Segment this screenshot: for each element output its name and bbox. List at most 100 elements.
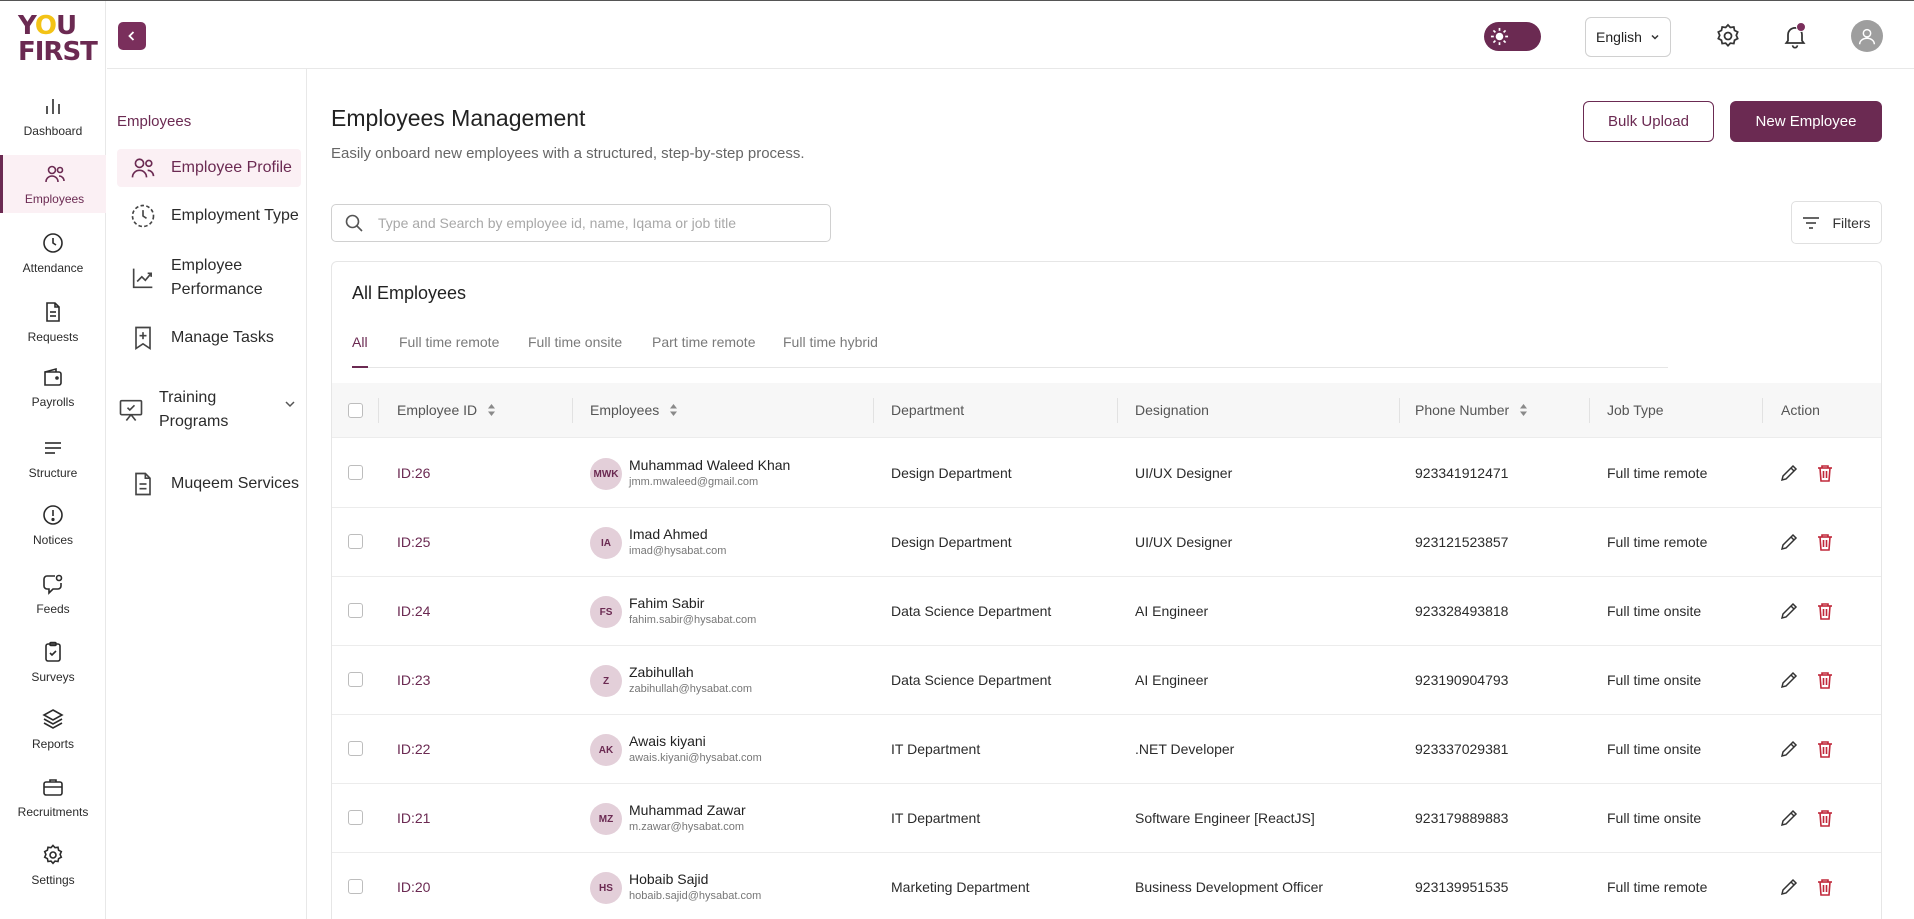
table-header: Employee ID Employees Department Designa… <box>332 383 1881 438</box>
edit-icon[interactable] <box>1778 600 1800 622</box>
employee-designation: Software Engineer [ReactJS] <box>1135 810 1315 826</box>
edit-icon[interactable] <box>1778 876 1800 898</box>
rail-item-dashboard[interactable]: Dashboard <box>0 94 106 154</box>
subnav-item-muqeem-services[interactable]: Muqeem Services <box>117 465 301 503</box>
wallet-icon <box>44 367 62 386</box>
employee-designation: AI Engineer <box>1135 672 1209 688</box>
row-checkbox[interactable] <box>348 534 363 549</box>
subnav-item-training-programs[interactable]: Training Programs <box>117 385 301 435</box>
delete-icon[interactable] <box>1814 876 1836 898</box>
tab-part-time-remote[interactable]: Part time remote <box>652 334 755 368</box>
tab-full-time-remote[interactable]: Full time remote <box>399 334 499 368</box>
language-select[interactable]: English <box>1585 17 1671 57</box>
employee-department: IT Department <box>891 741 981 757</box>
employee-email: zabihullah@hysabat.com <box>629 683 753 695</box>
rail-item-attendance[interactable]: Attendance <box>0 231 106 291</box>
employee-name: Imad Ahmed <box>629 526 708 542</box>
subnav-item-label: Training Programs <box>159 389 229 430</box>
column-label: Employee ID <box>397 402 478 418</box>
collapse-sidebar-button[interactable] <box>118 22 146 50</box>
table-row[interactable]: ID:21 MZ Muhammad Zawar m.zawar@hysabat.com… <box>332 784 1881 853</box>
notifications-button[interactable] <box>1781 22 1809 50</box>
employee-name: Hobaib Sajid <box>629 871 709 887</box>
employee-id[interactable]: ID:22 <box>397 741 430 757</box>
brand-logo[interactable]: YOU FIRST <box>18 13 98 67</box>
select-all-checkbox[interactable] <box>348 403 363 418</box>
subnav-item-manage-tasks[interactable]: Manage Tasks <box>117 319 301 357</box>
table-row[interactable]: ID:25 IA Imad Ahmed imad@hysabat.com Design … <box>332 508 1881 577</box>
bulk-upload-button[interactable]: Bulk Upload <box>1583 101 1714 142</box>
employees-table-card: All Employees All Full time remote Full … <box>331 261 1882 919</box>
delete-icon[interactable] <box>1814 738 1836 760</box>
employee-id[interactable]: ID:23 <box>397 672 430 688</box>
subnav-item-employment-type[interactable]: Employment Type <box>117 197 301 235</box>
search-icon <box>345 214 363 232</box>
row-checkbox[interactable] <box>348 603 363 618</box>
table-row[interactable]: ID:26 MWK Muhammad Waleed Khan jmm.mwaleed@… <box>332 439 1881 508</box>
employee-email: awais.kiyani@hysabat.com <box>629 752 762 764</box>
rail-item-label: Requests <box>27 330 79 344</box>
rail-item-notices[interactable]: Notices <box>0 503 106 563</box>
tab-full-time-hybrid[interactable]: Full time hybrid <box>783 334 878 368</box>
tab-all[interactable]: All <box>352 334 368 368</box>
new-employee-button[interactable]: New Employee <box>1730 101 1882 142</box>
table-row[interactable]: ID:23 Z Zabihullah zabihullah@hysabat.com Da… <box>332 646 1881 715</box>
edit-icon[interactable] <box>1778 738 1800 760</box>
employee-id[interactable]: ID:26 <box>397 465 430 481</box>
page-subtitle: Easily onboard new employees with a stru… <box>331 145 805 162</box>
rail-item-label: Recruitments <box>17 805 89 819</box>
rail-item-feeds[interactable]: Feeds <box>0 572 106 632</box>
rail-item-recruitments[interactable]: Recruitments <box>0 775 106 835</box>
row-checkbox[interactable] <box>348 741 363 756</box>
edit-icon[interactable] <box>1778 531 1800 553</box>
rail-item-reports[interactable]: Reports <box>0 707 106 767</box>
search-input[interactable] <box>378 215 818 231</box>
employee-id[interactable]: ID:20 <box>397 879 430 895</box>
rail-item-requests[interactable]: Requests <box>0 300 106 360</box>
delete-icon[interactable] <box>1814 600 1836 622</box>
edit-icon[interactable] <box>1778 462 1800 484</box>
employee-id[interactable]: ID:24 <box>397 603 430 619</box>
subnav-item-label: Muqeem Services <box>171 475 300 492</box>
row-checkbox[interactable] <box>348 672 363 687</box>
employee-phone: 923341912471 <box>1415 465 1509 481</box>
subnav-item-employee-performance[interactable]: Employee Performance <box>117 253 301 303</box>
employee-job-type: Full time remote <box>1607 465 1708 481</box>
column-header-phone-number[interactable]: Phone Number <box>1415 402 1528 418</box>
edit-icon[interactable] <box>1778 807 1800 829</box>
rail-item-settings[interactable]: Settings <box>0 843 106 903</box>
employee-job-type: Full time onsite <box>1607 741 1702 757</box>
logo-line-2: FIRST <box>18 37 98 67</box>
rail-item-payrolls[interactable]: Payrolls <box>0 365 106 425</box>
rail-item-surveys[interactable]: Surveys <box>0 640 106 700</box>
rail-item-employees[interactable]: Employees <box>0 155 106 213</box>
delete-icon[interactable] <box>1814 462 1836 484</box>
delete-icon[interactable] <box>1814 807 1836 829</box>
gear-icon <box>43 844 63 865</box>
row-checkbox[interactable] <box>348 465 363 480</box>
bookmark-plus-icon <box>135 326 151 351</box>
table-row[interactable]: ID:24 FS Fahim Sabir fahim.sabir@hysabat.co… <box>332 577 1881 646</box>
user-avatar[interactable] <box>1851 20 1883 52</box>
table-row[interactable]: ID:20 HS Hobaib Sajid hobaib.sajid@hysabat.… <box>332 853 1881 919</box>
theme-toggle[interactable] <box>1484 22 1541 51</box>
delete-icon[interactable] <box>1814 669 1836 691</box>
users-icon <box>131 158 155 178</box>
subnav-item-label: Employment Type <box>171 207 299 224</box>
edit-icon[interactable] <box>1778 669 1800 691</box>
delete-icon[interactable] <box>1814 531 1836 553</box>
employee-id[interactable]: ID:25 <box>397 534 430 550</box>
tab-full-time-onsite[interactable]: Full time onsite <box>528 334 622 368</box>
gear-icon[interactable] <box>1714 22 1742 50</box>
rail-item-structure[interactable]: Structure <box>0 436 106 496</box>
row-checkbox[interactable] <box>348 879 363 894</box>
subnav-item-employee-profile[interactable]: Employee Profile <box>117 149 301 187</box>
chat-icon <box>43 574 63 595</box>
table-row[interactable]: ID:22 AK Awais kiyani awais.kiyani@hysabat.… <box>332 715 1881 784</box>
employee-id[interactable]: ID:21 <box>397 810 430 826</box>
row-checkbox[interactable] <box>348 810 363 825</box>
column-header-employee-id[interactable]: Employee ID <box>397 402 496 418</box>
filters-button[interactable]: Filters <box>1791 201 1882 244</box>
column-header-employees[interactable]: Employees <box>590 402 678 418</box>
page-title: Employees Management <box>331 105 586 131</box>
